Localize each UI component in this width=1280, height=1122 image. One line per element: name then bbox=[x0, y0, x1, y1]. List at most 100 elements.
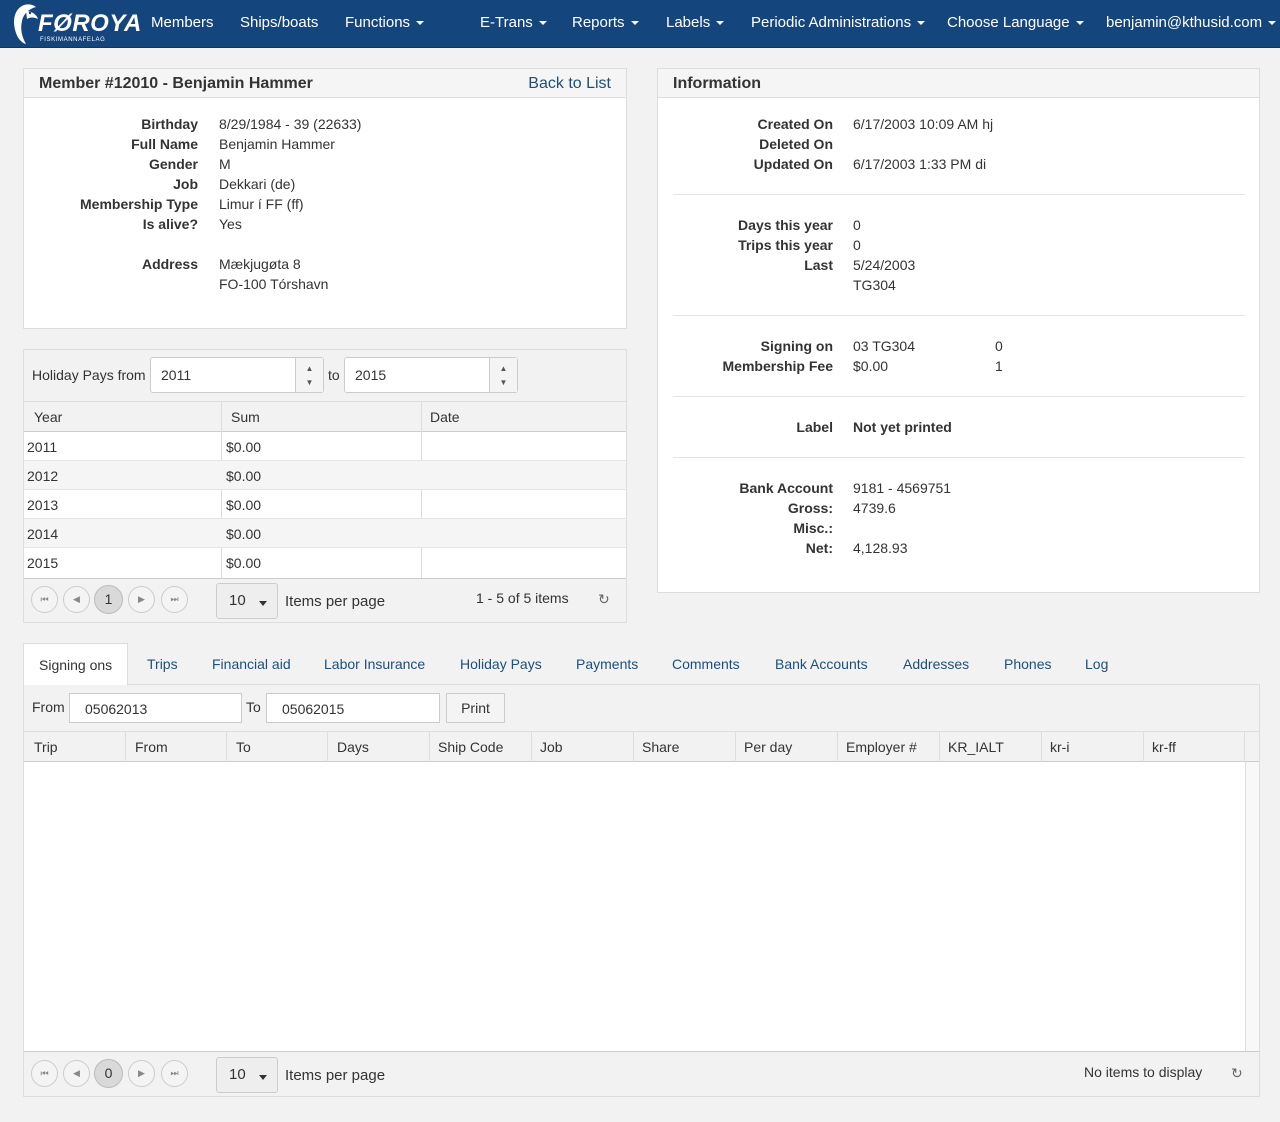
holiday-from-spinner[interactable]: 2011 ▲ ▼ bbox=[150, 357, 324, 393]
page-size-select[interactable]: 10 bbox=[216, 1057, 278, 1093]
tab-labor-insurance[interactable]: Labor Insurance bbox=[324, 643, 425, 685]
page-size-value: 10 bbox=[229, 1066, 246, 1083]
nav-labels[interactable]: Labels bbox=[666, 0, 725, 48]
label-status-value: Not yet printed bbox=[853, 419, 952, 435]
table-row[interactable]: 2015 $0.00 bbox=[24, 548, 626, 577]
col-ship-code[interactable]: Ship Code bbox=[438, 739, 503, 755]
current-page[interactable]: 1 bbox=[94, 585, 123, 614]
gross-value: 4739.6 bbox=[853, 500, 896, 516]
bank-account-label: Bank Account bbox=[739, 480, 833, 496]
print-button[interactable]: Print bbox=[446, 693, 505, 723]
next-page-icon[interactable]: ▶ bbox=[128, 1060, 155, 1087]
col-trip[interactable]: Trip bbox=[34, 739, 58, 755]
nav-members[interactable]: Members bbox=[151, 0, 214, 48]
vertical-scrollbar[interactable] bbox=[1245, 762, 1259, 1051]
table-row[interactable]: 2012 $0.00 bbox=[24, 461, 626, 490]
last-page-icon[interactable]: ⏭ bbox=[161, 586, 188, 613]
refresh-icon[interactable]: ↻ bbox=[598, 591, 612, 607]
information-title: Information bbox=[673, 75, 761, 92]
first-page-icon[interactable]: ⏮ bbox=[31, 1060, 58, 1087]
updated-on-value: 6/17/2003 1:33 PM di bbox=[853, 156, 987, 172]
tab-signing-ons[interactable]: Signing ons bbox=[23, 643, 129, 686]
holiday-to-label: to bbox=[328, 367, 340, 383]
prev-page-icon[interactable]: ◀ bbox=[63, 586, 90, 613]
tab-trips[interactable]: Trips bbox=[147, 643, 178, 685]
col-from[interactable]: From bbox=[135, 739, 168, 755]
birthday-label: Birthday bbox=[141, 116, 198, 132]
col-kr-i[interactable]: kr-i bbox=[1050, 739, 1069, 755]
refresh-icon[interactable]: ↻ bbox=[1231, 1065, 1245, 1081]
last-page-icon[interactable]: ⏭ bbox=[161, 1060, 188, 1087]
table-row[interactable]: 2014 $0.00 bbox=[24, 519, 626, 548]
divider bbox=[673, 315, 1245, 316]
signing-pager: ⏮ ◀ 0 ▶ ⏭ 10 Items per page No items to … bbox=[24, 1051, 1259, 1096]
top-navbar: FØROYA FISKIMANNAFELAG Members Ships/boa… bbox=[0, 0, 1280, 48]
col-kr-ff[interactable]: kr-ff bbox=[1152, 739, 1176, 755]
col-job[interactable]: Job bbox=[540, 739, 563, 755]
col-share[interactable]: Share bbox=[642, 739, 679, 755]
logo[interactable]: FØROYA FISKIMANNAFELAG bbox=[10, 3, 141, 45]
holiday-to-spinner[interactable]: 2015 ▲ ▼ bbox=[344, 357, 518, 393]
page-size-select[interactable]: 10 bbox=[216, 583, 278, 619]
nav-ships[interactable]: Ships/boats bbox=[240, 0, 318, 48]
col-year[interactable]: Year bbox=[34, 409, 62, 425]
signing-to-input[interactable]: 05062015 bbox=[266, 693, 440, 723]
next-page-icon[interactable]: ▶ bbox=[128, 586, 155, 613]
table-row[interactable]: 2013 $0.00 bbox=[24, 490, 626, 519]
signing-from-input[interactable]: 05062013 bbox=[69, 693, 242, 723]
col-per-day[interactable]: Per day bbox=[744, 739, 792, 755]
signing-on-count: 0 bbox=[995, 338, 1003, 354]
col-days[interactable]: Days bbox=[337, 739, 369, 755]
tab-bank-accounts[interactable]: Bank Accounts bbox=[775, 643, 868, 685]
column-divider bbox=[735, 732, 736, 762]
first-page-icon[interactable]: ⏮ bbox=[31, 586, 58, 613]
nav-etrans[interactable]: E-Trans bbox=[480, 0, 547, 48]
table-row[interactable]: 2011 $0.00 bbox=[24, 432, 626, 461]
divider bbox=[673, 396, 1245, 397]
nav-periodic[interactable]: Periodic Administrations bbox=[751, 0, 926, 48]
col-to[interactable]: To bbox=[236, 739, 251, 755]
tab-holiday-pays[interactable]: Holiday Pays bbox=[460, 643, 542, 685]
tab-payments[interactable]: Payments bbox=[576, 643, 638, 685]
days-this-year-value: 0 bbox=[853, 217, 861, 233]
membership-fee-count: 1 bbox=[995, 358, 1003, 374]
tab-comments[interactable]: Comments bbox=[672, 643, 740, 685]
cell-year: 2014 bbox=[27, 526, 59, 542]
nav-label: Periodic Administrations bbox=[751, 14, 912, 31]
nav-user[interactable]: benjamin@kthusid.com bbox=[1106, 0, 1277, 48]
cell-sum: $0.00 bbox=[226, 468, 262, 484]
member-panel-header: Member #12010 - Benjamin Hammer Back to … bbox=[24, 69, 626, 98]
spinner-arrows-icon[interactable]: ▲ ▼ bbox=[489, 358, 517, 392]
deleted-on-label: Deleted On bbox=[759, 136, 833, 152]
membership-fee-label: Membership Fee bbox=[722, 358, 833, 374]
tab-log[interactable]: Log bbox=[1085, 643, 1108, 685]
tab-financial-aid[interactable]: Financial aid bbox=[212, 643, 291, 685]
prev-page-icon[interactable]: ◀ bbox=[63, 1060, 90, 1087]
gross-label: Gross: bbox=[787, 500, 833, 516]
column-divider bbox=[531, 732, 532, 762]
col-kr-ialt[interactable]: KR_IALT bbox=[948, 739, 1004, 755]
brand-name: FØROYA bbox=[38, 10, 142, 37]
spinner-arrows-icon[interactable]: ▲ ▼ bbox=[295, 358, 323, 392]
col-date[interactable]: Date bbox=[430, 409, 460, 425]
nav-functions[interactable]: Functions bbox=[345, 0, 425, 48]
nav-label: Functions bbox=[345, 14, 411, 31]
cell-sum: $0.00 bbox=[226, 497, 262, 513]
signing-ons-panel: From 05062013 To 05062015 Print Trip Fro… bbox=[23, 685, 1260, 1097]
tab-addresses[interactable]: Addresses bbox=[903, 643, 969, 685]
col-employer[interactable]: Employer # bbox=[846, 739, 917, 755]
nav-language[interactable]: Choose Language bbox=[947, 0, 1084, 48]
current-page[interactable]: 0 bbox=[94, 1059, 123, 1088]
back-to-list-link[interactable]: Back to List bbox=[528, 75, 611, 93]
grid-header: Trip From To Days Ship Code Job Share Pe… bbox=[24, 731, 1259, 762]
divider bbox=[673, 194, 1245, 195]
col-sum[interactable]: Sum bbox=[231, 409, 260, 425]
column-divider bbox=[327, 732, 328, 762]
holiday-from-label: Holiday Pays from bbox=[32, 367, 146, 383]
full-name-value: Benjamin Hammer bbox=[219, 136, 335, 152]
cell-sum: $0.00 bbox=[226, 526, 262, 542]
trips-this-year-value: 0 bbox=[853, 237, 861, 253]
misc-label: Misc.: bbox=[793, 520, 833, 536]
tab-phones[interactable]: Phones bbox=[1004, 643, 1051, 685]
nav-reports[interactable]: Reports bbox=[572, 0, 639, 48]
